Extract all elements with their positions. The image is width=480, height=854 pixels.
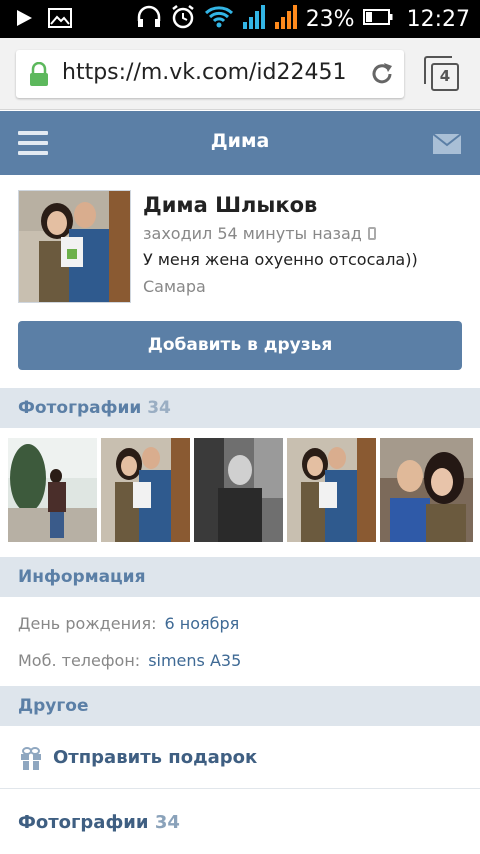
- status-bar: 23% 12:27: [0, 0, 480, 38]
- last-seen: заходил 54 минуты назад: [143, 224, 376, 243]
- url-text[interactable]: https://m.vk.com/id22451: [62, 60, 366, 85]
- send-gift-label: Отправить подарок: [53, 747, 258, 768]
- lock-icon: [28, 61, 50, 92]
- phone-label: Моб. телефон:: [18, 651, 141, 670]
- gift-icon: [20, 746, 42, 774]
- battery-percent: 23%: [305, 6, 355, 32]
- tabs-button[interactable]: 4: [424, 56, 460, 92]
- mobile-phone-icon: [367, 227, 376, 240]
- photos-section-title: Фотографии 34: [18, 398, 171, 418]
- signal-icon-2: [274, 4, 298, 34]
- profile-name: Дима Шлыков: [143, 193, 318, 217]
- image-icon: [48, 8, 72, 32]
- avatar[interactable]: [18, 190, 131, 303]
- profile-card: Дима Шлыков заходил 54 минуты назад У ме…: [0, 175, 480, 387]
- mail-icon[interactable]: [432, 133, 462, 159]
- menu-icon[interactable]: [18, 131, 48, 155]
- info-section-title: Информация: [18, 567, 146, 587]
- photos-link: Фотографии 34: [18, 812, 180, 833]
- photo-strip: [0, 429, 480, 554]
- photos-link-row[interactable]: Фотографии 34: [0, 790, 480, 854]
- page-title: Дима: [210, 130, 270, 152]
- other-section-header: Другое: [0, 686, 480, 726]
- photos-count: 34: [147, 398, 171, 418]
- wifi-icon: [204, 4, 234, 34]
- play-icon: [14, 8, 34, 32]
- photo-thumbnail[interactable]: [380, 438, 473, 542]
- send-gift-row[interactable]: Отправить подарок: [0, 727, 480, 789]
- phone-value[interactable]: simens A35: [148, 651, 241, 670]
- clock: 12:27: [406, 6, 470, 32]
- photo-thumbnail[interactable]: [8, 438, 97, 542]
- profile-city: Самара: [143, 277, 206, 296]
- signal-icon-1: [242, 4, 266, 34]
- birthday-row: День рождения: 6 ноября: [18, 614, 239, 633]
- photos-title: Фотографии: [18, 398, 142, 418]
- photos-section-header[interactable]: Фотографии 34: [0, 388, 480, 428]
- browser-toolbar: https://m.vk.com/id22451 4: [0, 38, 480, 110]
- other-section-title: Другое: [18, 696, 89, 716]
- photos-link-count: 34: [154, 812, 180, 833]
- reload-icon[interactable]: [368, 60, 396, 92]
- photo-thumbnail[interactable]: [101, 438, 190, 542]
- info-section: День рождения: 6 ноября Моб. телефон: sime…: [0, 597, 480, 685]
- headphones-icon: [136, 4, 162, 34]
- tab-count: 4: [431, 63, 459, 91]
- info-section-header: Информация: [0, 557, 480, 597]
- profile-status: У меня жена охуенно отсосала)): [143, 250, 418, 269]
- photo-thumbnail[interactable]: [194, 438, 283, 542]
- alarm-icon: [170, 4, 196, 34]
- birthday-label: День рождения:: [18, 614, 157, 633]
- url-field[interactable]: https://m.vk.com/id22451: [16, 50, 404, 98]
- birthday-value[interactable]: 6 ноября: [164, 614, 239, 633]
- add-friend-button[interactable]: Добавить в друзья: [18, 321, 462, 370]
- last-seen-text: заходил 54 минуты назад: [143, 224, 362, 243]
- photos-link-label: Фотографии: [18, 812, 149, 833]
- phone-row: Моб. телефон: simens A35: [18, 651, 241, 670]
- battery-icon: [362, 7, 393, 31]
- app-header: Дима: [0, 111, 480, 175]
- photo-thumbnail[interactable]: [287, 438, 376, 542]
